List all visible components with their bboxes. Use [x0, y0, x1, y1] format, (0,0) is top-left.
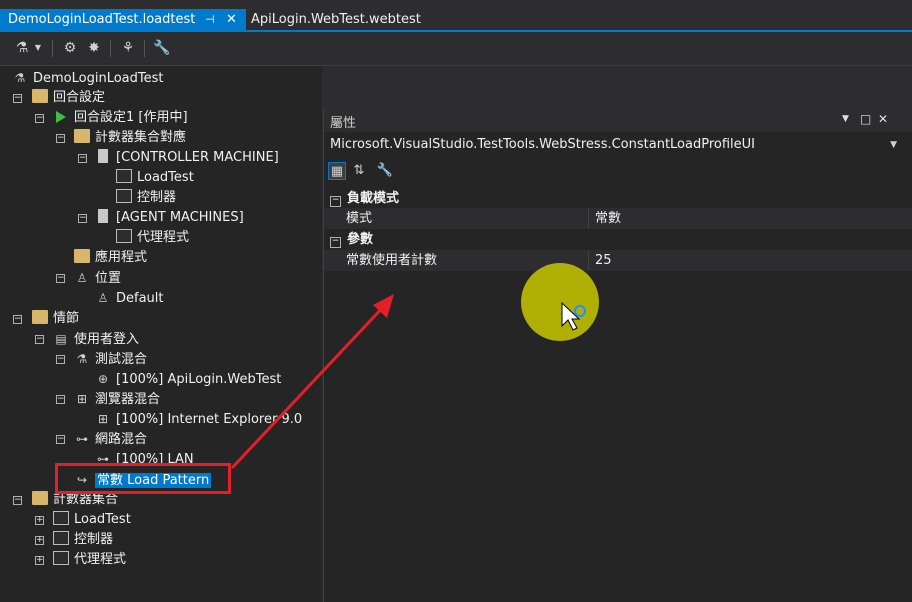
annotation-arrow — [230, 294, 394, 470]
mouse-cursor-icon — [561, 302, 586, 331]
